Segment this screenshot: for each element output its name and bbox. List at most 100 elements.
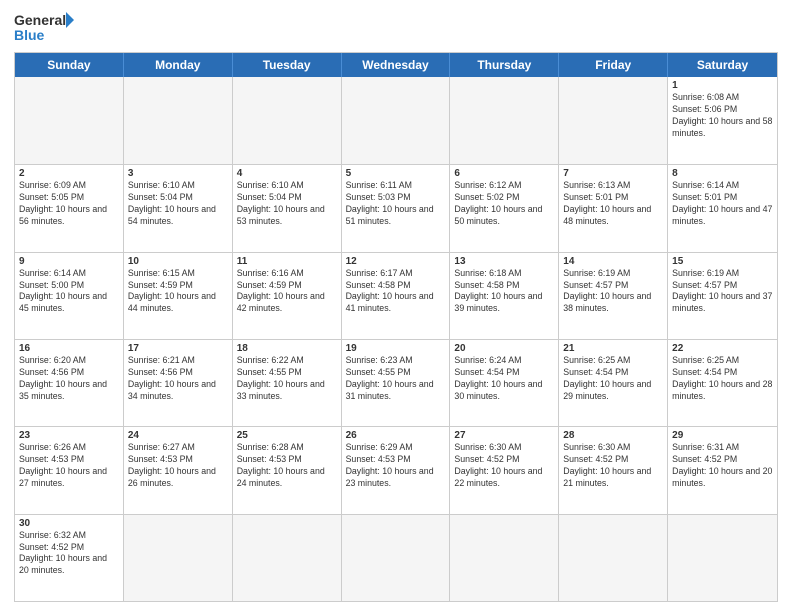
calendar-cell: 21Sunrise: 6:25 AM Sunset: 4:54 PM Dayli… bbox=[559, 340, 668, 426]
cell-info: Sunrise: 6:14 AM Sunset: 5:00 PM Dayligh… bbox=[19, 268, 119, 316]
calendar-row: 2Sunrise: 6:09 AM Sunset: 5:05 PM Daylig… bbox=[15, 164, 777, 251]
cell-info: Sunrise: 6:15 AM Sunset: 4:59 PM Dayligh… bbox=[128, 268, 228, 316]
day-number: 30 bbox=[19, 518, 119, 529]
cell-info: Sunrise: 6:17 AM Sunset: 4:58 PM Dayligh… bbox=[346, 268, 446, 316]
calendar-cell: 15Sunrise: 6:19 AM Sunset: 4:57 PM Dayli… bbox=[668, 253, 777, 339]
calendar-header: SundayMondayTuesdayWednesdayThursdayFrid… bbox=[15, 53, 777, 77]
calendar-cell: 23Sunrise: 6:26 AM Sunset: 4:53 PM Dayli… bbox=[15, 427, 124, 513]
day-number: 12 bbox=[346, 256, 446, 267]
cell-info: Sunrise: 6:16 AM Sunset: 4:59 PM Dayligh… bbox=[237, 268, 337, 316]
cell-info: Sunrise: 6:19 AM Sunset: 4:57 PM Dayligh… bbox=[563, 268, 663, 316]
day-number: 3 bbox=[128, 168, 228, 179]
day-number: 21 bbox=[563, 343, 663, 354]
weekday-header: Tuesday bbox=[233, 53, 342, 77]
calendar-row: 1Sunrise: 6:08 AM Sunset: 5:06 PM Daylig… bbox=[15, 77, 777, 164]
cell-info: Sunrise: 6:18 AM Sunset: 4:58 PM Dayligh… bbox=[454, 268, 554, 316]
day-number: 15 bbox=[672, 256, 773, 267]
day-number: 10 bbox=[128, 256, 228, 267]
calendar-cell: 26Sunrise: 6:29 AM Sunset: 4:53 PM Dayli… bbox=[342, 427, 451, 513]
day-number: 9 bbox=[19, 256, 119, 267]
calendar-cell: 7Sunrise: 6:13 AM Sunset: 5:01 PM Daylig… bbox=[559, 165, 668, 251]
cell-info: Sunrise: 6:12 AM Sunset: 5:02 PM Dayligh… bbox=[454, 180, 554, 228]
day-number: 20 bbox=[454, 343, 554, 354]
calendar-cell: 9Sunrise: 6:14 AM Sunset: 5:00 PM Daylig… bbox=[15, 253, 124, 339]
calendar-cell: 10Sunrise: 6:15 AM Sunset: 4:59 PM Dayli… bbox=[124, 253, 233, 339]
calendar-cell: 13Sunrise: 6:18 AM Sunset: 4:58 PM Dayli… bbox=[450, 253, 559, 339]
cell-info: Sunrise: 6:14 AM Sunset: 5:01 PM Dayligh… bbox=[672, 180, 773, 228]
cell-info: Sunrise: 6:08 AM Sunset: 5:06 PM Dayligh… bbox=[672, 92, 773, 140]
day-number: 5 bbox=[346, 168, 446, 179]
cell-info: Sunrise: 6:23 AM Sunset: 4:55 PM Dayligh… bbox=[346, 355, 446, 403]
calendar-cell: 5Sunrise: 6:11 AM Sunset: 5:03 PM Daylig… bbox=[342, 165, 451, 251]
calendar-cell: 8Sunrise: 6:14 AM Sunset: 5:01 PM Daylig… bbox=[668, 165, 777, 251]
calendar-cell bbox=[342, 77, 451, 164]
day-number: 14 bbox=[563, 256, 663, 267]
day-number: 6 bbox=[454, 168, 554, 179]
cell-info: Sunrise: 6:19 AM Sunset: 4:57 PM Dayligh… bbox=[672, 268, 773, 316]
day-number: 23 bbox=[19, 430, 119, 441]
calendar-cell: 16Sunrise: 6:20 AM Sunset: 4:56 PM Dayli… bbox=[15, 340, 124, 426]
calendar-cell: 27Sunrise: 6:30 AM Sunset: 4:52 PM Dayli… bbox=[450, 427, 559, 513]
calendar-cell bbox=[668, 515, 777, 601]
calendar-cell: 11Sunrise: 6:16 AM Sunset: 4:59 PM Dayli… bbox=[233, 253, 342, 339]
day-number: 22 bbox=[672, 343, 773, 354]
svg-text:General: General bbox=[14, 12, 66, 28]
calendar-cell: 14Sunrise: 6:19 AM Sunset: 4:57 PM Dayli… bbox=[559, 253, 668, 339]
cell-info: Sunrise: 6:25 AM Sunset: 4:54 PM Dayligh… bbox=[672, 355, 773, 403]
day-number: 18 bbox=[237, 343, 337, 354]
weekday-header: Saturday bbox=[668, 53, 777, 77]
calendar-cell: 24Sunrise: 6:27 AM Sunset: 4:53 PM Dayli… bbox=[124, 427, 233, 513]
calendar-cell: 30Sunrise: 6:32 AM Sunset: 4:52 PM Dayli… bbox=[15, 515, 124, 601]
calendar-cell: 17Sunrise: 6:21 AM Sunset: 4:56 PM Dayli… bbox=[124, 340, 233, 426]
calendar-cell bbox=[342, 515, 451, 601]
calendar-cell bbox=[450, 515, 559, 601]
day-number: 17 bbox=[128, 343, 228, 354]
day-number: 8 bbox=[672, 168, 773, 179]
calendar-row: 30Sunrise: 6:32 AM Sunset: 4:52 PM Dayli… bbox=[15, 514, 777, 601]
day-number: 4 bbox=[237, 168, 337, 179]
calendar-cell bbox=[233, 77, 342, 164]
calendar-cell: 20Sunrise: 6:24 AM Sunset: 4:54 PM Dayli… bbox=[450, 340, 559, 426]
calendar-row: 16Sunrise: 6:20 AM Sunset: 4:56 PM Dayli… bbox=[15, 339, 777, 426]
cell-info: Sunrise: 6:20 AM Sunset: 4:56 PM Dayligh… bbox=[19, 355, 119, 403]
calendar-cell: 22Sunrise: 6:25 AM Sunset: 4:54 PM Dayli… bbox=[668, 340, 777, 426]
day-number: 2 bbox=[19, 168, 119, 179]
cell-info: Sunrise: 6:10 AM Sunset: 5:04 PM Dayligh… bbox=[237, 180, 337, 228]
day-number: 11 bbox=[237, 256, 337, 267]
calendar-cell: 4Sunrise: 6:10 AM Sunset: 5:04 PM Daylig… bbox=[233, 165, 342, 251]
cell-info: Sunrise: 6:30 AM Sunset: 4:52 PM Dayligh… bbox=[563, 442, 663, 490]
cell-info: Sunrise: 6:21 AM Sunset: 4:56 PM Dayligh… bbox=[128, 355, 228, 403]
calendar-cell bbox=[450, 77, 559, 164]
weekday-header: Wednesday bbox=[342, 53, 451, 77]
calendar-cell: 6Sunrise: 6:12 AM Sunset: 5:02 PM Daylig… bbox=[450, 165, 559, 251]
day-number: 19 bbox=[346, 343, 446, 354]
cell-info: Sunrise: 6:29 AM Sunset: 4:53 PM Dayligh… bbox=[346, 442, 446, 490]
calendar-cell: 18Sunrise: 6:22 AM Sunset: 4:55 PM Dayli… bbox=[233, 340, 342, 426]
day-number: 13 bbox=[454, 256, 554, 267]
logo-svg: General Blue bbox=[14, 10, 74, 46]
weekday-header: Sunday bbox=[15, 53, 124, 77]
day-number: 16 bbox=[19, 343, 119, 354]
calendar-cell bbox=[559, 77, 668, 164]
cell-info: Sunrise: 6:30 AM Sunset: 4:52 PM Dayligh… bbox=[454, 442, 554, 490]
cell-info: Sunrise: 6:13 AM Sunset: 5:01 PM Dayligh… bbox=[563, 180, 663, 228]
header: General Blue bbox=[14, 10, 778, 46]
cell-info: Sunrise: 6:28 AM Sunset: 4:53 PM Dayligh… bbox=[237, 442, 337, 490]
calendar-row: 9Sunrise: 6:14 AM Sunset: 5:00 PM Daylig… bbox=[15, 252, 777, 339]
day-number: 26 bbox=[346, 430, 446, 441]
day-number: 24 bbox=[128, 430, 228, 441]
cell-info: Sunrise: 6:11 AM Sunset: 5:03 PM Dayligh… bbox=[346, 180, 446, 228]
calendar: SundayMondayTuesdayWednesdayThursdayFrid… bbox=[14, 52, 778, 602]
calendar-cell bbox=[124, 77, 233, 164]
day-number: 1 bbox=[672, 80, 773, 91]
calendar-cell: 19Sunrise: 6:23 AM Sunset: 4:55 PM Dayli… bbox=[342, 340, 451, 426]
day-number: 29 bbox=[672, 430, 773, 441]
cell-info: Sunrise: 6:25 AM Sunset: 4:54 PM Dayligh… bbox=[563, 355, 663, 403]
cell-info: Sunrise: 6:27 AM Sunset: 4:53 PM Dayligh… bbox=[128, 442, 228, 490]
page: General Blue SundayMondayTuesdayWednesda… bbox=[0, 0, 792, 612]
cell-info: Sunrise: 6:32 AM Sunset: 4:52 PM Dayligh… bbox=[19, 530, 119, 578]
cell-info: Sunrise: 6:09 AM Sunset: 5:05 PM Dayligh… bbox=[19, 180, 119, 228]
day-number: 7 bbox=[563, 168, 663, 179]
weekday-header: Thursday bbox=[450, 53, 559, 77]
day-number: 28 bbox=[563, 430, 663, 441]
